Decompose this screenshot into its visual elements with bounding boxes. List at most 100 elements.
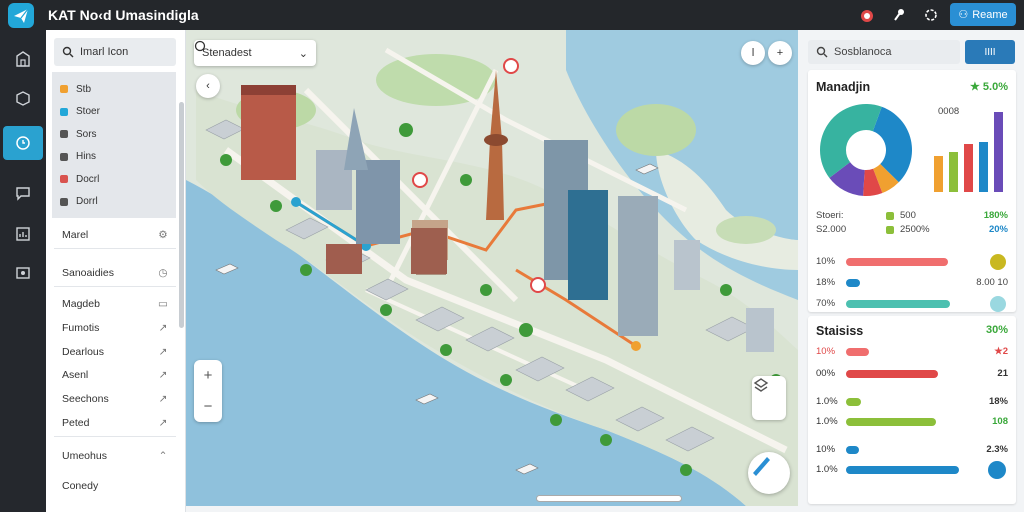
map-horizontal-scrollbar[interactable]: [536, 495, 682, 502]
nav-item-label: Marel: [62, 229, 89, 241]
layer-swatch-icon: [60, 175, 68, 183]
progress-bar: [846, 300, 951, 308]
statistics-bar: [846, 398, 862, 406]
progress-label: 18%: [816, 277, 836, 288]
map-canvas[interactable]: [186, 30, 798, 506]
layer-item[interactable]: Hins: [60, 148, 96, 166]
nav-item[interactable]: Asenl ↗: [62, 366, 170, 384]
layers-icon: [753, 378, 769, 392]
layer-swatch-icon: [60, 130, 68, 138]
stat-percent: 180%: [983, 210, 1008, 221]
layer-item[interactable]: Dorrl: [60, 193, 98, 211]
rail-building-button[interactable]: [3, 42, 43, 76]
building-icon: [16, 51, 30, 67]
clock-icon: [16, 136, 30, 150]
nav-item[interactable]: Sanoaidies ◷: [62, 264, 170, 282]
nav-item[interactable]: Marel ⚙: [62, 226, 170, 244]
nav-item[interactable]: Conedy: [62, 477, 170, 495]
layer-swatch-icon: [60, 85, 68, 93]
status-dot-icon: [990, 254, 1006, 270]
chevron-down-icon: ⌄: [298, 47, 308, 60]
stats-search[interactable]: Sosblanoca: [808, 40, 960, 64]
map-view[interactable]: Stenadest ⌄ ‹ ǀ + + −: [186, 30, 798, 506]
statistics-row-label: 1.0%: [816, 416, 838, 427]
layer-label: Docrl: [76, 173, 100, 185]
rail-image-button[interactable]: [3, 256, 43, 290]
search-icon: [62, 46, 74, 58]
nav-item-label: Conedy: [62, 480, 99, 492]
map-tool-button[interactable]: [752, 376, 786, 420]
map-draw-button[interactable]: [748, 452, 790, 494]
statistics-row-label: 10%: [816, 444, 836, 455]
statistics-row-value: 21: [997, 368, 1008, 379]
layer-search[interactable]: Imarl Icon: [54, 38, 176, 66]
share-icon: ↗: [158, 322, 168, 334]
pin-icon[interactable]: [888, 4, 910, 26]
layer-swatch-icon: [60, 107, 68, 116]
nav-item[interactable]: Seechons ↗: [62, 390, 170, 408]
statistics-row-label: 1.0%: [816, 464, 838, 475]
settings-icon[interactable]: [920, 4, 942, 26]
app-title: KAT No‹d Umasindigla: [48, 7, 199, 23]
alert-icon[interactable]: [856, 4, 878, 26]
layer-item[interactable]: Sors: [60, 125, 97, 143]
left-panel-scrollbar[interactable]: [179, 102, 184, 328]
map-info-button[interactable]: ǀ: [741, 41, 765, 65]
pencil-icon: [753, 457, 770, 476]
nav-item[interactable]: Umeohus ⌃: [62, 447, 170, 465]
right-panel: Sosblanoca IIII Manadjin ★ 5.0% 0008 Sto…: [798, 30, 1024, 512]
user-icon: ⚇: [958, 9, 969, 21]
statistics-card: Staisiss 30% 10% ★2 00% 21 1.0% 18% 1.0% 108 10%…: [808, 316, 1016, 504]
statistics-row-value: 108: [992, 416, 1008, 427]
overview-head-value: ★ 5.0%: [970, 81, 1008, 93]
nav-item[interactable]: Dearlous ↗: [62, 343, 170, 361]
zoom-in-button[interactable]: +: [194, 360, 222, 391]
nav-item[interactable]: Fumotis ↗: [62, 319, 170, 337]
bar: [949, 152, 958, 192]
layer-label: Hins: [76, 151, 97, 162]
clock-icon: ◷: [158, 267, 168, 279]
nav-item[interactable]: Peted ↗: [62, 414, 170, 432]
nav-item-label: Umeohus: [62, 450, 107, 462]
bar: [964, 144, 973, 192]
stat-label: Stoeri:: [816, 210, 844, 221]
rail-clock-button[interactable]: [3, 126, 43, 160]
layer-label: Stoer: [76, 106, 100, 117]
map-add-button[interactable]: +: [768, 41, 792, 65]
top-action-button[interactable]: ⚇ Reame: [950, 3, 1016, 26]
statistics-bar: [846, 446, 859, 454]
app-logo[interactable]: [8, 3, 34, 28]
zoom-out-button[interactable]: −: [194, 391, 222, 422]
map-search[interactable]: Stenadest ⌄: [194, 40, 316, 66]
layer-item[interactable]: Stb: [60, 80, 91, 98]
stat-label: S2.000: [816, 224, 847, 235]
rail-chart-button[interactable]: [3, 217, 43, 251]
layer-label: Sors: [76, 128, 97, 140]
info-icon: ǀ: [751, 47, 755, 59]
stat-swatch-icon: [886, 212, 894, 220]
nav-item[interactable]: Magdeb ▭: [62, 295, 170, 313]
divider: [54, 248, 176, 249]
statistics-row-value: 2.3%: [986, 444, 1008, 455]
statistics-head-value: 30%: [985, 324, 1008, 336]
rail-box-button[interactable]: [3, 81, 43, 115]
layer-swatch-icon: [60, 152, 68, 161]
share-icon: ↗: [158, 346, 168, 358]
overview-card: Manadjin ★ 5.0% 0008 Stoeri: 500 180% S2.00…: [808, 70, 1016, 312]
layer-item[interactable]: Stoer: [60, 103, 100, 121]
rail-chat-button[interactable]: [3, 176, 43, 210]
progress-label: 70%: [816, 298, 836, 309]
map-back-button[interactable]: ‹: [196, 74, 220, 98]
bar: [979, 142, 988, 192]
layer-item[interactable]: Docrl: [60, 170, 99, 188]
box-icon: [16, 91, 30, 106]
top-action-label: Reame: [972, 8, 1008, 21]
layer-search-label: Imarl Icon: [80, 46, 129, 58]
plus-icon: +: [776, 47, 784, 59]
status-dot-icon: [990, 296, 1006, 312]
share-icon: ↗: [158, 393, 168, 405]
view-toggle-button[interactable]: IIII: [965, 40, 1015, 64]
chat-icon: [16, 187, 30, 201]
statistics-row-label: 00%: [816, 368, 836, 379]
bar: [934, 156, 943, 192]
